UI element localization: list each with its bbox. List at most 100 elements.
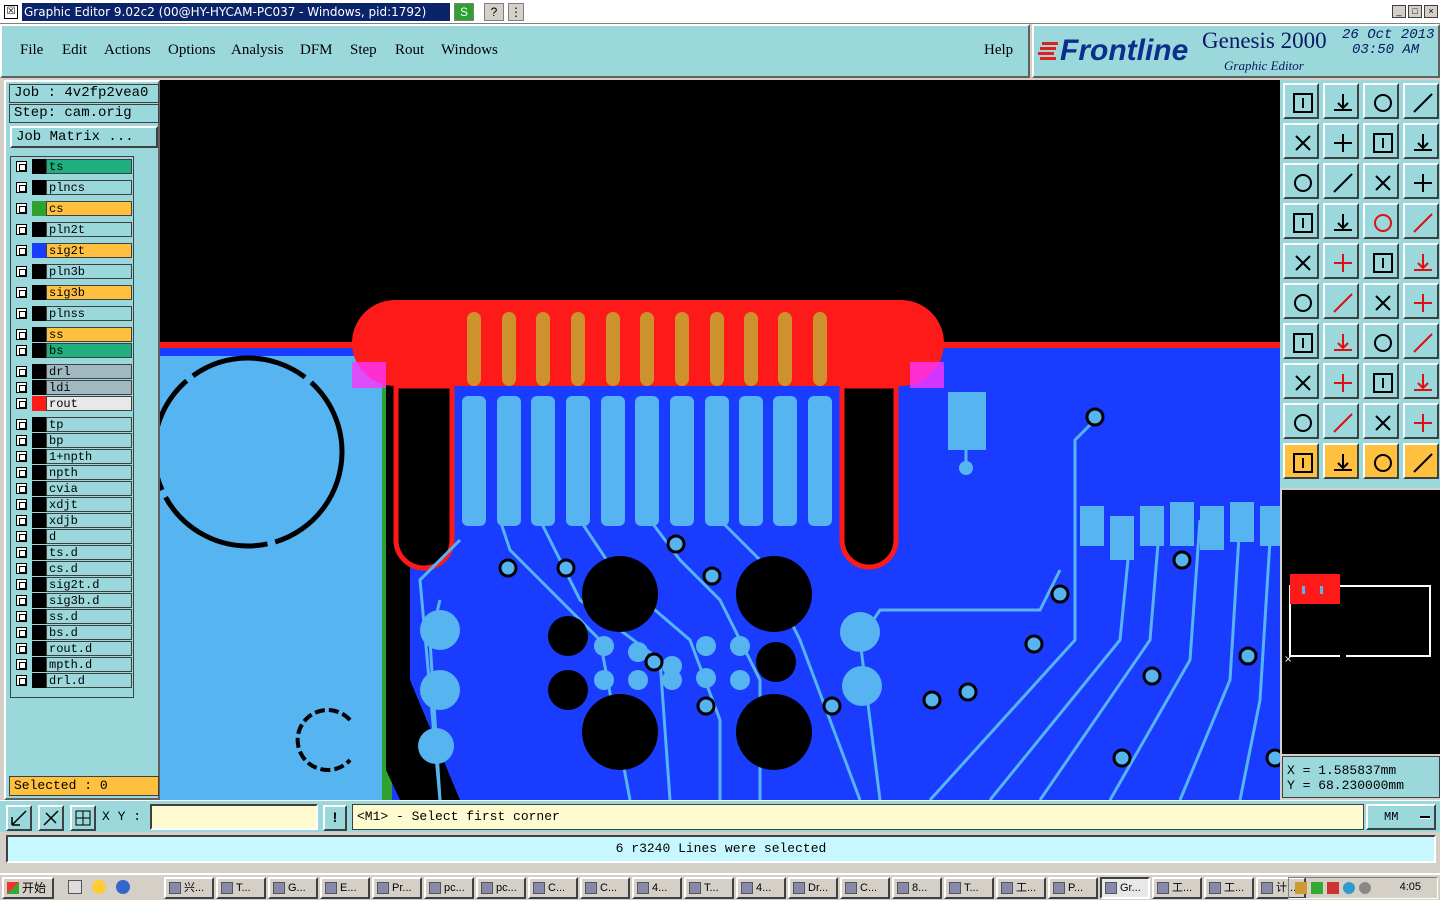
layer-row-ts[interactable]: ts xyxy=(12,159,132,174)
layer-name[interactable]: tp xyxy=(46,417,132,432)
layer-row-bs-d[interactable]: bs.d xyxy=(12,625,132,640)
graphic-canvas[interactable] xyxy=(160,80,1280,800)
layer-name[interactable]: rout xyxy=(46,396,132,411)
zoom-fit-icon[interactable] xyxy=(1283,163,1319,199)
quicklaunch-icon[interactable] xyxy=(92,880,106,894)
layer-checkbox[interactable] xyxy=(16,579,27,590)
layer-name[interactable]: bs xyxy=(46,343,132,358)
pan-right-icon[interactable] xyxy=(1323,123,1359,159)
layer-color-swatch[interactable] xyxy=(32,609,46,624)
layer-checkbox[interactable] xyxy=(16,451,27,462)
layer-row-bp[interactable]: bp xyxy=(12,433,132,448)
start-button[interactable]: 开始 xyxy=(2,877,54,899)
layer-name[interactable]: sig2t.d xyxy=(46,577,132,592)
layer-row-plnss[interactable]: plnss xyxy=(12,306,132,321)
layer-checkbox[interactable] xyxy=(16,499,27,510)
layer-row-pln3b[interactable]: pln3b xyxy=(12,264,132,279)
layer-checkbox[interactable] xyxy=(16,547,27,558)
move-icon[interactable] xyxy=(1363,283,1399,319)
layer-name[interactable]: xdjt xyxy=(46,497,132,512)
layer-checkbox[interactable] xyxy=(16,266,27,277)
taskbar-button[interactable]: T... xyxy=(216,877,266,899)
xy-input[interactable] xyxy=(150,804,318,830)
layer-color-swatch[interactable] xyxy=(32,641,46,656)
peak-icon[interactable] xyxy=(1323,403,1359,439)
taskbar-button[interactable]: 4... xyxy=(632,877,682,899)
layer-color-swatch[interactable] xyxy=(32,625,46,640)
layer-name[interactable]: ts xyxy=(46,159,132,174)
layer-name[interactable]: ss xyxy=(46,327,132,342)
units-select[interactable]: MM xyxy=(1366,804,1436,830)
layer-row-bs[interactable]: bs xyxy=(12,343,132,358)
layer-color-swatch[interactable] xyxy=(32,396,46,411)
trace-icon[interactable] xyxy=(1323,363,1359,399)
taskbar-button[interactable]: P... xyxy=(1048,877,1098,899)
select-icon[interactable] xyxy=(1323,443,1359,479)
job-matrix-button[interactable]: Job Matrix ... xyxy=(10,126,158,148)
measure-icon[interactable] xyxy=(38,805,64,831)
layer-color-swatch[interactable] xyxy=(32,577,46,592)
minimap[interactable]: × xyxy=(1282,490,1440,754)
node-icon[interactable] xyxy=(1283,363,1319,399)
layer-color-swatch[interactable] xyxy=(32,417,46,432)
snap-icon[interactable] xyxy=(6,805,32,831)
layer-checkbox[interactable] xyxy=(16,531,27,542)
layer-name[interactable]: plnss xyxy=(46,306,132,321)
group-icon[interactable] xyxy=(1403,363,1439,399)
taskbar-button[interactable]: Dr... xyxy=(788,877,838,899)
menu-file[interactable]: File xyxy=(20,42,43,59)
minimize-button[interactable]: _ xyxy=(1392,5,1406,18)
layer-name[interactable]: sig3b.d xyxy=(46,593,132,608)
layer-checkbox[interactable] xyxy=(16,182,27,193)
menu-analysis[interactable]: Analysis xyxy=(231,42,284,59)
layer-color-swatch[interactable] xyxy=(32,449,46,464)
taskbar-button[interactable]: 工... xyxy=(1204,877,1254,899)
tray-icon[interactable] xyxy=(1343,882,1355,894)
layer-color-swatch[interactable] xyxy=(32,673,46,688)
tray-icon[interactable] xyxy=(1359,882,1371,894)
layer-name[interactable]: drl xyxy=(46,364,132,379)
window-icon[interactable] xyxy=(1403,83,1439,119)
layer-name[interactable]: xdjb xyxy=(46,513,132,528)
layer-checkbox[interactable] xyxy=(16,659,27,670)
pointer-icon[interactable] xyxy=(1283,443,1319,479)
mirror-icon[interactable] xyxy=(1403,323,1439,359)
edit-line-icon[interactable] xyxy=(1323,243,1359,279)
layer-row-1-npth[interactable]: 1+npth xyxy=(12,449,132,464)
layer-name[interactable]: ts.d xyxy=(46,545,132,560)
layer-row-sig3b[interactable]: sig3b xyxy=(12,285,132,300)
layer-checkbox[interactable] xyxy=(16,161,27,172)
layer-color-swatch[interactable] xyxy=(32,159,46,174)
layer-checkbox[interactable] xyxy=(16,224,27,235)
layer-name[interactable]: pln3b xyxy=(46,264,132,279)
taskbar-button[interactable]: 工... xyxy=(996,877,1046,899)
taskbar-button[interactable]: 兴... xyxy=(164,877,214,899)
layer-color-swatch[interactable] xyxy=(32,306,46,321)
layer-row-ss[interactable]: ss xyxy=(12,327,132,342)
layer-compare-icon[interactable] xyxy=(1363,203,1399,239)
layer-name[interactable]: plncs xyxy=(46,180,132,195)
select-alt-icon[interactable] xyxy=(1363,443,1399,479)
layer-name[interactable]: cvia xyxy=(46,481,132,496)
layer-name[interactable]: cs xyxy=(46,201,132,216)
layer-checkbox[interactable] xyxy=(16,329,27,340)
layer-row-ss-d[interactable]: ss.d xyxy=(12,609,132,624)
layer-color-swatch[interactable] xyxy=(32,364,46,379)
minimap-view[interactable]: × xyxy=(1282,490,1440,754)
menu-actions[interactable]: Actions xyxy=(104,42,151,59)
menu-edit[interactable]: Edit xyxy=(62,42,87,59)
layer-color-swatch[interactable] xyxy=(32,513,46,528)
layer-row-xdjt[interactable]: xdjt xyxy=(12,497,132,512)
zoom-center-icon[interactable] xyxy=(1323,163,1359,199)
tray-icon[interactable] xyxy=(1327,882,1339,894)
layer-name[interactable]: cs.d xyxy=(46,561,132,576)
taskbar-button[interactable]: T... xyxy=(684,877,734,899)
layer-name[interactable]: 1+npth xyxy=(46,449,132,464)
layer-color-swatch[interactable] xyxy=(32,380,46,395)
feature-icon[interactable] xyxy=(1323,203,1359,239)
desktop-icon[interactable] xyxy=(68,880,82,894)
pcb-view[interactable] xyxy=(160,80,1280,800)
connect-icon[interactable] xyxy=(1283,283,1319,319)
taskbar-button[interactable]: T... xyxy=(944,877,994,899)
layer-row-pln2t[interactable]: pln2t xyxy=(12,222,132,237)
